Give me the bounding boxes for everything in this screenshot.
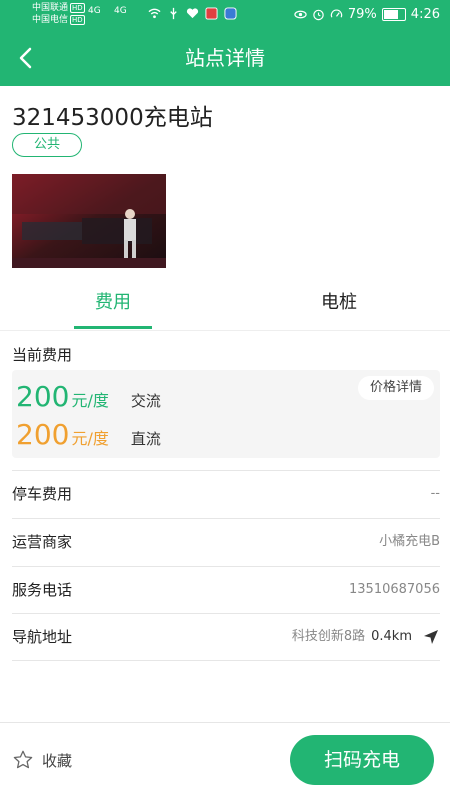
favorite-label: 收藏 [42,751,73,770]
alarm-icon [313,9,324,21]
scan-charge-button[interactable]: 扫码充电 [290,735,434,785]
usb-icon [170,7,177,20]
star-icon [13,750,33,769]
hd-badge: HD [70,3,85,13]
operator-value: 小橘充电B [379,534,440,549]
battery-icon [381,8,406,21]
distance-text: 0.4km [371,629,412,644]
navigation-arrow-icon[interactable] [422,628,440,646]
app-icon-red [205,7,218,20]
service-phone-value[interactable]: 13510687056 [349,567,440,613]
ac-type-label: 交流 [130,392,161,410]
status-icons [148,7,237,20]
current-fees-title: 当前费用 [12,346,73,364]
nav-bar: 站点详情 [0,30,450,86]
carrier-info: 中国联通 HD 中国电信 HD [32,2,85,26]
clock: 4:26 [410,7,440,22]
carrier-1: 中国联通 [32,3,69,13]
hd-badge: HD [70,15,85,25]
parking-fee-value: -- [430,486,440,501]
speed-icon [330,9,343,18]
favorite-button[interactable]: 收藏 [12,749,72,771]
battery-percent: 79% [347,7,377,22]
signal-label: 4G [114,6,127,16]
station-photo-image [12,174,166,268]
operator-row: 运营商家 小橘充电B [12,518,440,565]
dc-price-row: 200 元/度 直流 [16,418,161,452]
health-icon [186,8,199,19]
active-tab-indicator [74,326,152,329]
station-photo[interactable] [12,174,166,268]
navigation-value[interactable]: 科技创新8路 0.4km [292,614,440,660]
dc-price: 200 [16,418,70,451]
ac-price: 200 [16,380,70,413]
status-right: 79% 4:26 [294,7,440,22]
address-text: 科技创新8路 [291,629,366,644]
eye-icon [294,10,307,19]
service-phone-row[interactable]: 服务电话 13510687056 [12,566,440,613]
price-detail-button[interactable]: 价格详情 [357,376,434,400]
dc-type-label: 直流 [130,430,161,448]
ac-price-row: 200 元/度 交流 [16,380,161,414]
bottom-bar: 收藏 扫码充电 [0,722,450,801]
tab-fees[interactable]: 费用 [74,280,152,328]
service-phone-label: 服务电话 [12,581,73,599]
ac-price-unit: 元/度 [71,391,109,410]
public-badge: 公共 [12,133,82,157]
fee-card: 价格详情 200 元/度 交流 200 元/度 直流 [12,370,440,458]
app-icon-blue [224,7,237,20]
status-bar: 中国联通 HD 中国电信 HD 4G 4G 79% 4:26 [0,0,450,30]
back-arrow-icon[interactable] [14,44,40,72]
parking-fee-label: 停车费用 [12,485,73,503]
wifi-icon [148,8,161,19]
tab-bar: 费用 电桩 [0,280,450,331]
navigation-label: 导航地址 [12,628,73,646]
page-title: 站点详情 [185,46,265,70]
carrier-2: 中国电信 [32,15,69,25]
signal-label: 4G [88,6,101,16]
operator-label: 运营商家 [12,533,73,551]
dc-price-unit: 元/度 [71,429,109,448]
station-name: 321453000充电站 [12,105,213,131]
navigation-row[interactable]: 导航地址 科技创新8路 0.4km [12,613,440,661]
tab-chargers[interactable]: 电桩 [300,280,378,328]
parking-fee-row: 停车费用 -- [12,470,440,517]
